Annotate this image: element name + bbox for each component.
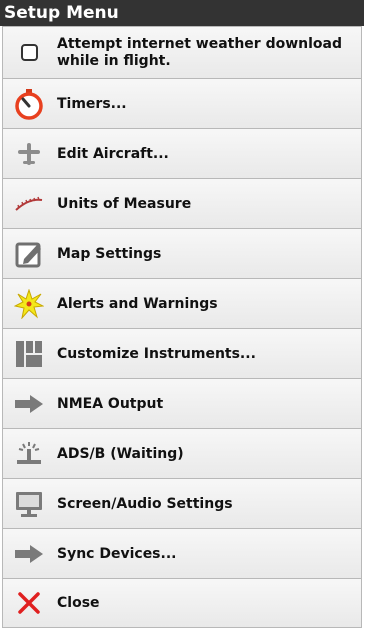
menu-item-label: Sync Devices... [57, 545, 177, 562]
monitor-icon [13, 488, 45, 520]
menu-item-weather-download[interactable]: Attempt internet weather download while … [2, 26, 362, 78]
menu-item-timers[interactable]: Timers... [2, 78, 362, 128]
close-icon [13, 587, 45, 619]
edit-icon [13, 238, 45, 270]
menu-item-sync-devices[interactable]: Sync Devices... [2, 528, 362, 578]
menu-item-label: Timers... [57, 95, 127, 112]
antenna-icon [13, 438, 45, 470]
menu-item-units-of-measure[interactable]: Units of Measure [2, 178, 362, 228]
arrow-right-icon [13, 388, 45, 420]
menu-item-label: Close [57, 595, 100, 611]
checkbox-icon[interactable] [13, 37, 45, 69]
menu-item-alerts-warnings[interactable]: Alerts and Warnings [2, 278, 362, 328]
airplane-icon [13, 138, 45, 170]
menu-item-label: ADS/B (Waiting) [57, 445, 184, 462]
menu-item-customize-instruments[interactable]: Customize Instruments... [2, 328, 362, 378]
menu-item-label: Alerts and Warnings [57, 295, 218, 312]
menu-item-nmea-output[interactable]: NMEA Output [2, 378, 362, 428]
menu-item-adsb[interactable]: ADS/B (Waiting) [2, 428, 362, 478]
menu-item-edit-aircraft[interactable]: Edit Aircraft... [2, 128, 362, 178]
setup-menu-list: Attempt internet weather download while … [2, 26, 362, 628]
arrow-right-icon [13, 538, 45, 570]
stopwatch-icon [13, 88, 45, 120]
ruler-icon [13, 188, 45, 220]
page-title: Setup Menu [0, 0, 364, 26]
menu-item-label: NMEA Output [57, 395, 164, 412]
menu-item-screen-audio[interactable]: Screen/Audio Settings [2, 478, 362, 528]
menu-item-label: Attempt internet weather download while … [57, 35, 343, 69]
menu-item-label: Screen/Audio Settings [57, 495, 233, 512]
menu-item-close[interactable]: Close [2, 578, 362, 628]
menu-item-label: Customize Instruments... [57, 345, 256, 362]
menu-item-label: Edit Aircraft... [57, 145, 169, 162]
menu-item-label: Map Settings [57, 245, 162, 262]
setup-menu-panel: Setup Menu Attempt internet weather down… [0, 0, 364, 641]
alert-burst-icon [13, 288, 45, 320]
grid-icon [13, 338, 45, 370]
menu-item-map-settings[interactable]: Map Settings [2, 228, 362, 278]
menu-item-label: Units of Measure [57, 195, 192, 212]
